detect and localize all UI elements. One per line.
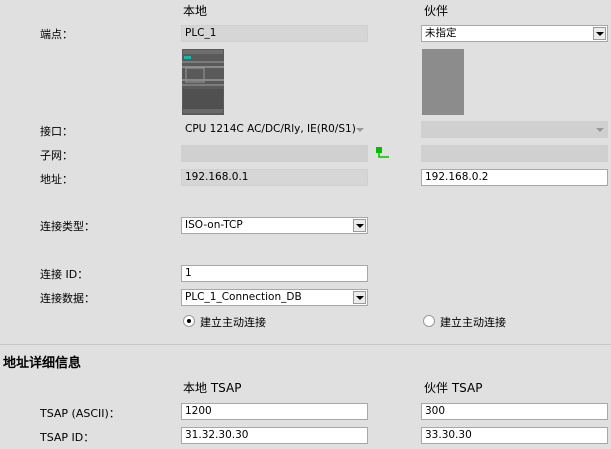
chevron-down-icon — [356, 296, 364, 300]
subnet-label: 子网： — [40, 149, 73, 162]
partner-active-connection-label[interactable]: 建立主动连接 — [440, 314, 506, 330]
local-active-connection-label[interactable]: 建立主动连接 — [200, 314, 266, 330]
partner-tsap-header: 伙伴 TSAP — [424, 381, 483, 395]
partner-active-connection-radio[interactable] — [423, 315, 435, 327]
partner-endpoint-value: 未指定 — [425, 27, 457, 39]
local-endpoint-field: PLC_1 — [181, 25, 368, 42]
partner-endpoint-select[interactable]: 未指定 — [421, 25, 608, 42]
radio-selected-dot — [187, 319, 191, 323]
chevron-down-icon — [596, 128, 604, 132]
local-tsap-ascii-input[interactable]: 1200 — [181, 403, 368, 420]
local-active-connection-radio[interactable] — [183, 315, 195, 327]
partner-subnet-field — [421, 145, 608, 162]
interface-label: 接口： — [40, 125, 73, 138]
network-connection-icon[interactable] — [375, 146, 391, 160]
local-column-header: 本地 — [183, 4, 208, 18]
local-tsap-id-input[interactable]: 31.32.30.30 — [181, 427, 368, 444]
partner-address-input[interactable]: 192.168.0.2 — [421, 169, 608, 186]
tsap-ascii-label: TSAP (ASCII)： — [40, 407, 120, 420]
local-tsap-header: 本地 TSAP — [183, 381, 242, 395]
local-subnet-field — [181, 145, 368, 162]
partner-tsap-ascii-input[interactable]: 300 — [421, 403, 608, 420]
connection-type-dropdown-button[interactable] — [353, 219, 366, 232]
section-divider — [0, 344, 611, 345]
chevron-down-icon — [356, 224, 364, 228]
address-details-title: 地址详细信息 — [3, 356, 82, 371]
connection-type-value: ISO-on-TCP — [185, 219, 243, 231]
tsap-id-label: TSAP ID： — [40, 431, 95, 444]
partner-column-header: 伙伴 — [424, 4, 449, 18]
local-device-image — [182, 49, 224, 115]
partner-tsap-id-input[interactable]: 33.30.30 — [421, 427, 608, 444]
connection-type-select[interactable]: ISO-on-TCP — [181, 217, 368, 234]
connection-type-label: 连接类型： — [40, 220, 95, 233]
chevron-down-icon — [596, 32, 604, 36]
connection-data-dropdown-button[interactable] — [353, 291, 366, 304]
connection-id-input[interactable]: 1 — [181, 265, 368, 282]
connection-data-value: PLC_1_Connection_DB — [185, 291, 302, 303]
connection-id-label: 连接 ID： — [40, 268, 89, 281]
local-address-field: 192.168.0.1 — [181, 169, 368, 186]
unspecified-device-icon — [422, 49, 464, 115]
local-interface-value: CPU 1214C AC/DC/Rly, IE(R0/S1) — [185, 123, 356, 135]
partner-interface-select[interactable] — [421, 121, 608, 138]
partner-endpoint-dropdown-button[interactable] — [593, 27, 606, 40]
local-interface-select[interactable]: CPU 1214C AC/DC/Rly, IE(R0/S1) — [181, 121, 368, 138]
chevron-down-icon — [356, 128, 364, 132]
plc-device-icon — [182, 49, 224, 115]
address-label: 地址： — [40, 173, 73, 186]
connection-data-label: 连接数据： — [40, 292, 95, 305]
connection-data-select[interactable]: PLC_1_Connection_DB — [181, 289, 368, 306]
endpoint-label: 端点： — [40, 28, 73, 41]
